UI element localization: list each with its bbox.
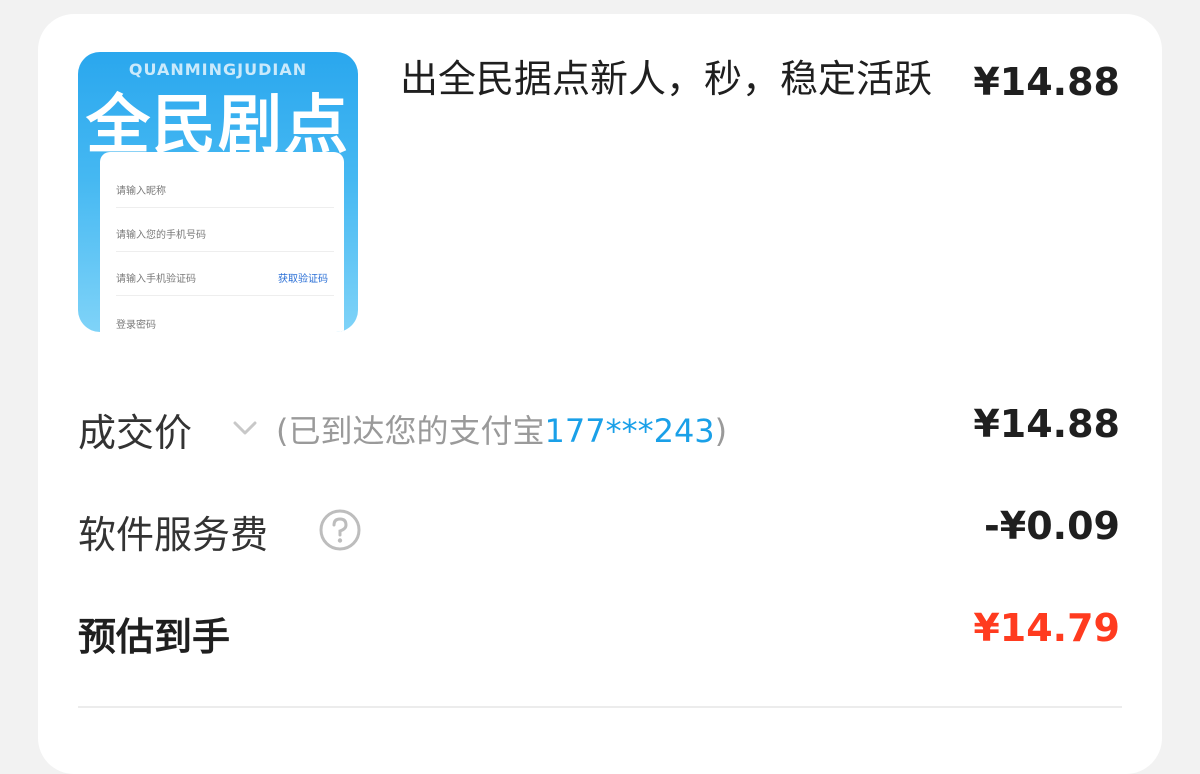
product-price: ¥14.88	[973, 60, 1120, 104]
alipay-account: 177***243	[544, 412, 715, 450]
note-prefix: (已到达您的支付宝	[276, 412, 545, 450]
deal-price-label[interactable]: 成交价	[78, 402, 192, 457]
thumbnail-code-button: 获取验证码	[278, 274, 328, 285]
chevron-down-icon[interactable]	[230, 416, 260, 440]
note-suffix: )	[714, 412, 728, 450]
thumbnail-field: 请输入昵称	[116, 182, 334, 208]
service-fee-amount: -¥0.09	[984, 504, 1120, 548]
thumbnail-field-text: 登录密码	[116, 320, 156, 331]
thumbnail-field-text: 请输入昵称	[116, 186, 166, 197]
order-card: QUANMINGJUDIAN 全民剧点 请输入昵称 请输入您的手机号码 请输入手…	[38, 14, 1162, 774]
net-estimate-label: 预估到手	[78, 615, 231, 659]
deal-payout-note: (已到达您的支付宝177***243)	[276, 406, 727, 452]
thumbnail-field-text: 请输入您的手机号码	[116, 230, 206, 241]
product-thumbnail[interactable]: QUANMINGJUDIAN 全民剧点 请输入昵称 请输入您的手机号码 请输入手…	[78, 52, 358, 332]
thumbnail-field: 请输入您的手机号码	[116, 226, 334, 252]
thumbnail-form: 请输入昵称 请输入您的手机号码 请输入手机验证码 获取验证码 登录密码	[100, 152, 344, 332]
thumbnail-field: 登录密码	[116, 316, 334, 332]
help-circle-icon[interactable]	[318, 508, 362, 552]
net-estimate-amount: ¥14.79	[973, 606, 1120, 650]
product-title: 出全民据点新人，秒，稳定活跃	[400, 57, 933, 101]
service-fee-label: 软件服务费	[78, 513, 269, 557]
deal-price-amount: ¥14.88	[973, 402, 1120, 446]
thumbnail-field-text: 请输入手机验证码	[116, 274, 196, 285]
thumbnail-field: 请输入手机验证码 获取验证码	[116, 270, 334, 296]
divider	[78, 706, 1122, 708]
